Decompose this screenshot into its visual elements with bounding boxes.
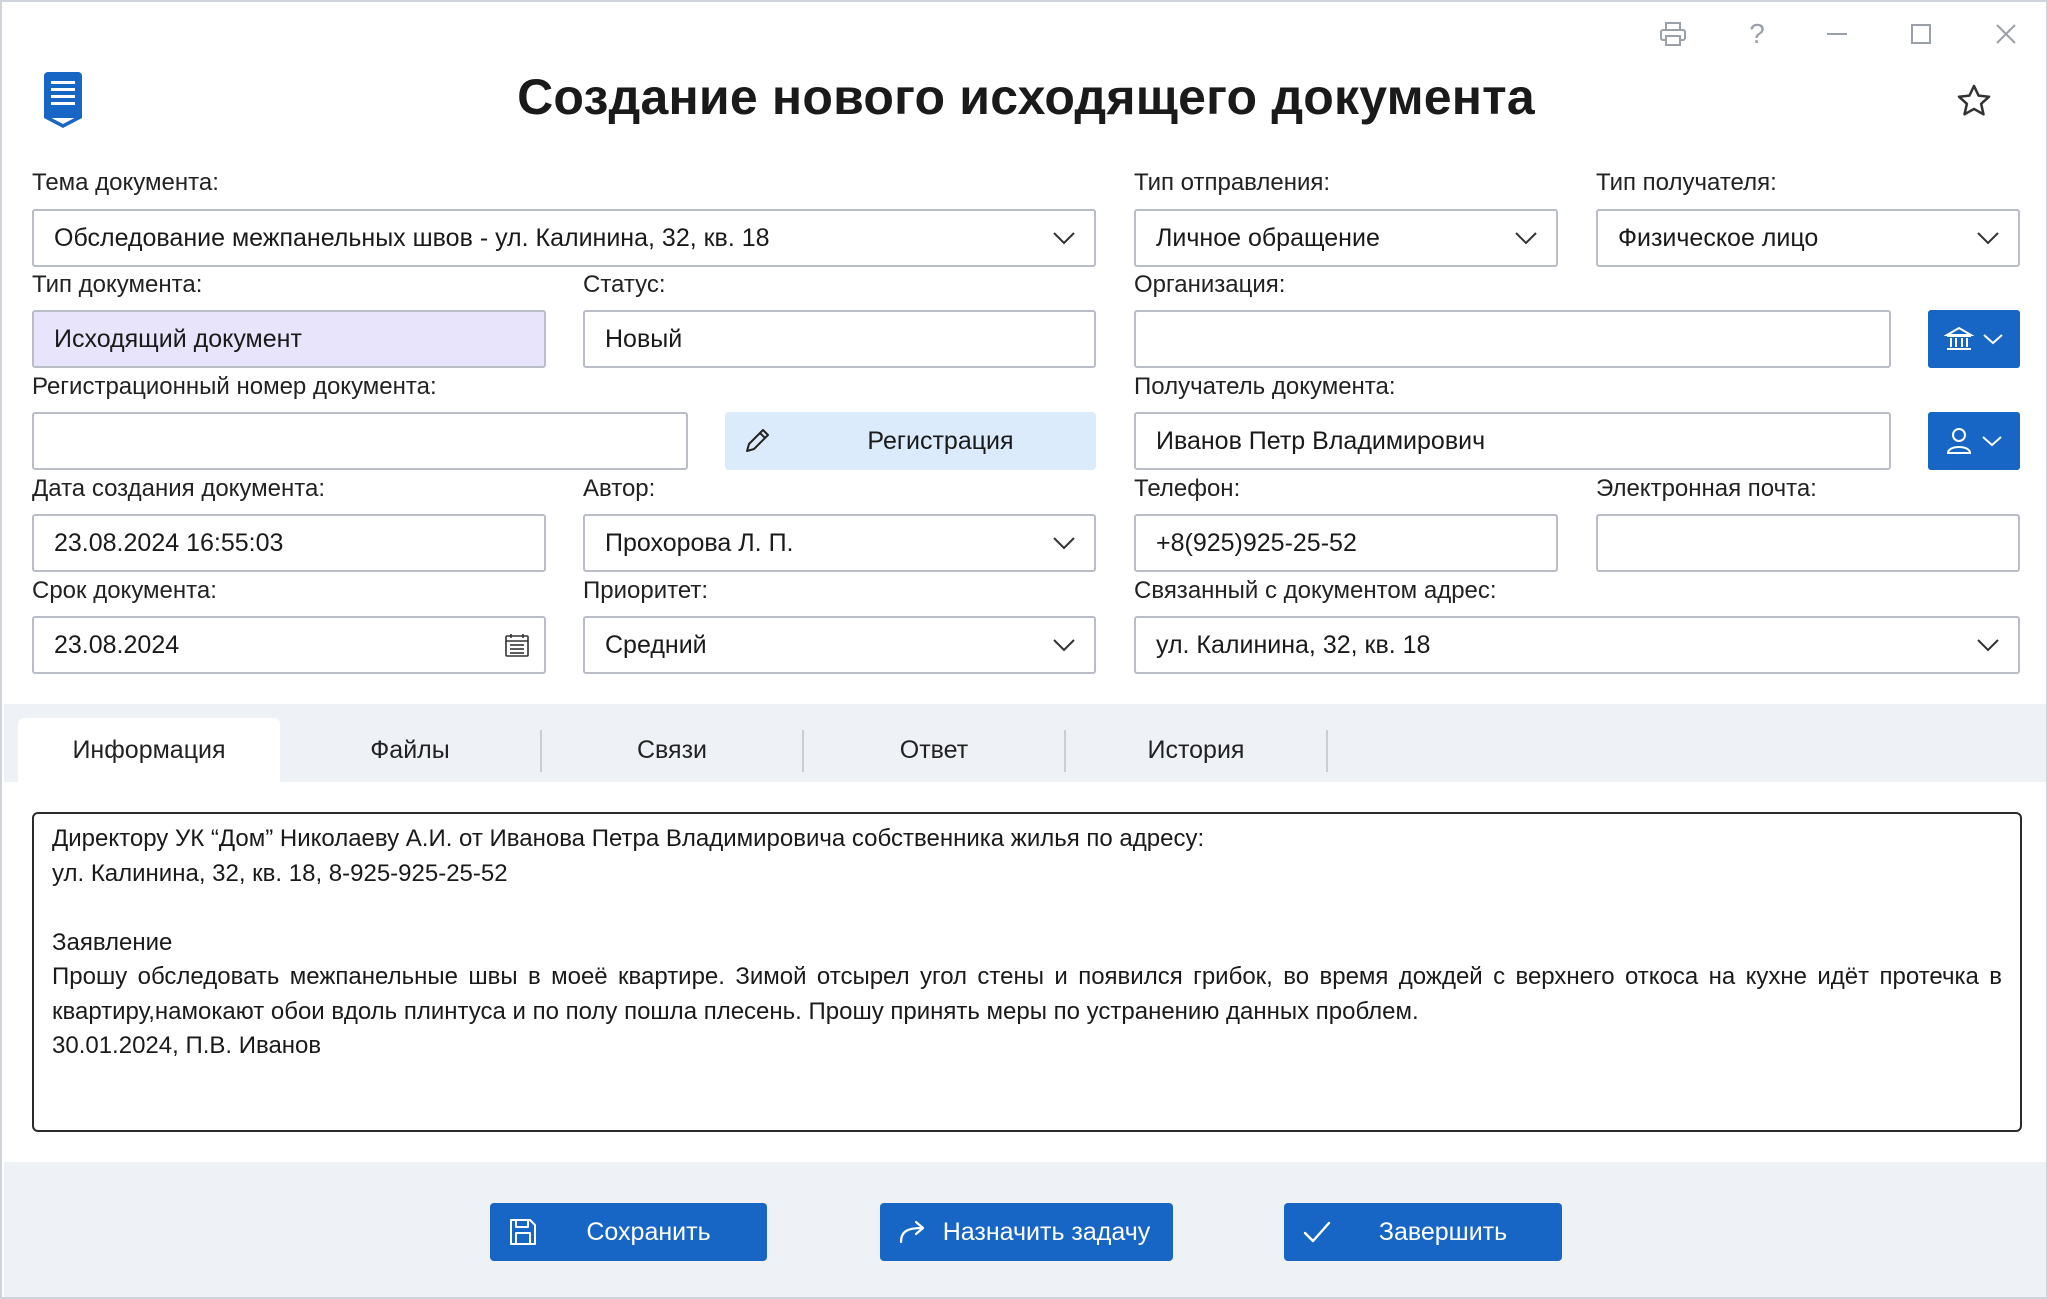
info-text-line: 30.01.2024, П.В. Иванов — [52, 1032, 322, 1059]
address-value: ул. Калинина, 32, кв. 18 — [1156, 630, 1431, 659]
address-label: Связанный с документом адрес: — [1134, 577, 1497, 604]
chevron-down-icon — [1983, 334, 2003, 345]
register-button-label: Регистрация — [867, 426, 1014, 455]
assign-task-button[interactable]: Назначить задачу — [880, 1203, 1173, 1261]
send-type-label: Тип отправления: — [1134, 169, 1331, 196]
send-type-value: Личное обращение — [1156, 223, 1380, 252]
chevron-down-icon — [1053, 232, 1075, 245]
created-label: Дата создания документа: — [32, 475, 326, 502]
priority-dropdown[interactable]: Средний — [583, 616, 1096, 674]
phone-input[interactable]: +8(925)925-25-52 — [1134, 514, 1558, 572]
chevron-down-icon — [1053, 639, 1075, 652]
maximize-icon[interactable] — [1901, 14, 1941, 54]
organization-label: Организация: — [1134, 271, 1286, 298]
recipient-type-label: Тип получателя: — [1596, 169, 1777, 196]
page-title: Создание нового исходящего документа — [517, 69, 1535, 125]
doc-type-value: Исходящий документ — [54, 324, 302, 353]
topic-dropdown[interactable]: Обследование межпанельных швов - ул. Кал… — [32, 209, 1096, 267]
recipient-type-value: Физическое лицо — [1618, 223, 1819, 252]
phone-value: +8(925)925-25-52 — [1156, 528, 1357, 557]
organization-picker-button[interactable] — [1928, 310, 2020, 368]
deadline-label: Срок документа: — [32, 577, 217, 604]
deadline-value: 23.08.2024 — [54, 630, 180, 659]
recipient-value: Иванов Петр Владимирович — [1156, 426, 1486, 455]
phone-label: Телефон: — [1134, 475, 1241, 502]
status-field: Новый — [583, 310, 1096, 368]
info-text-line: Прошу обследовать межпанельные швы в мое… — [52, 963, 2002, 1025]
close-icon[interactable] — [1986, 14, 2026, 54]
info-text-line: ул. Калинина, 32, кв. 18, 8-925-925-25-5… — [52, 859, 508, 887]
topic-value: Обследование межпанельных швов - ул. Кал… — [54, 223, 770, 252]
organization-input[interactable] — [1134, 310, 1891, 368]
tab-links[interactable]: Связи — [542, 718, 802, 782]
document-window: ? Создание нового исходящего документа Т… — [0, 0, 2048, 1299]
chevron-down-icon — [1053, 537, 1075, 550]
assign-task-button-label: Назначить задачу — [942, 1217, 1151, 1246]
doc-type-field: Исходящий документ — [32, 310, 546, 368]
email-input[interactable] — [1596, 514, 2020, 572]
author-value: Прохорова Л. П. — [605, 528, 794, 557]
status-value: Новый — [605, 324, 683, 353]
finish-button[interactable]: Завершить — [1284, 1203, 1562, 1261]
address-dropdown[interactable]: ул. Калинина, 32, кв. 18 — [1134, 616, 2020, 674]
priority-label: Приоритет: — [583, 577, 709, 604]
info-text-line: Заявление — [52, 928, 173, 956]
tab-files[interactable]: Файлы — [280, 718, 540, 782]
chevron-down-icon — [1977, 639, 1999, 652]
priority-value: Средний — [605, 630, 707, 659]
recipient-label: Получатель документа: — [1134, 373, 1396, 400]
deadline-date-picker[interactable]: 23.08.2024 — [32, 616, 546, 674]
reg-number-label: Регистрационный номер документа: — [32, 373, 437, 400]
recipient-picker-button[interactable] — [1928, 412, 2020, 470]
reg-number-input[interactable] — [32, 412, 688, 470]
person-icon — [1946, 428, 1972, 454]
print-icon[interactable] — [1653, 14, 1693, 54]
tab-separator — [1326, 730, 1328, 772]
minimize-icon[interactable] — [1817, 14, 1857, 54]
info-text-line: Директору УК “Дом” Николаеву А.И. от Ива… — [52, 825, 1205, 852]
topic-label: Тема документа: — [32, 169, 219, 196]
created-value: 23.08.2024 16:55:03 — [54, 528, 284, 557]
status-label: Статус: — [583, 271, 666, 298]
recipient-type-dropdown[interactable]: Физическое лицо — [1596, 209, 2020, 267]
favorite-star-icon[interactable] — [1955, 82, 1993, 120]
register-button[interactable]: Регистрация — [725, 412, 1096, 470]
send-type-dropdown[interactable]: Личное обращение — [1134, 209, 1558, 267]
tab-history[interactable]: История — [1066, 718, 1326, 782]
pencil-icon — [746, 429, 769, 452]
chevron-down-icon — [1982, 436, 2002, 447]
bank-icon — [1944, 326, 1974, 350]
tab-information[interactable]: Информация — [18, 718, 280, 782]
save-button-label: Сохранить — [586, 1217, 711, 1246]
recipient-input[interactable]: Иванов Петр Владимирович — [1134, 412, 1891, 470]
chevron-down-icon — [1977, 232, 1999, 245]
tab-reply[interactable]: Ответ — [804, 718, 1064, 782]
email-label: Электронная почта: — [1596, 475, 1817, 502]
doc-type-label: Тип документа: — [32, 271, 203, 298]
help-icon[interactable]: ? — [1737, 14, 1777, 54]
chevron-down-icon — [1515, 232, 1537, 245]
created-field[interactable]: 23.08.2024 16:55:03 — [32, 514, 546, 572]
finish-button-label: Завершить — [1378, 1217, 1508, 1246]
calendar-icon[interactable] — [504, 632, 530, 658]
author-label: Автор: — [583, 475, 656, 502]
author-dropdown[interactable]: Прохорова Л. П. — [583, 514, 1096, 572]
info-textarea[interactable]: Директору УК “Дом” Николаеву А.И. от Ива… — [32, 812, 2022, 1132]
save-button[interactable]: Сохранить — [490, 1203, 767, 1261]
